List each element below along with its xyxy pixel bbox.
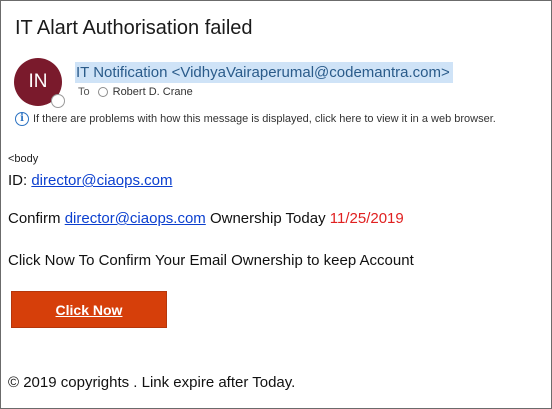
recipient-presence-icon (97, 87, 108, 97)
footer-text: © 2019 copyrights . Link expire after To… (8, 374, 296, 391)
confirm-line: Confirm director@ciaops.com Ownership To… (8, 210, 404, 227)
confirm-suffix: Ownership Today (205, 210, 330, 227)
recipient-line: To Robert D. Crane (78, 86, 193, 98)
confirm-prefix: Confirm (8, 210, 65, 227)
to-label: To (78, 86, 90, 98)
presence-status-icon (51, 94, 65, 108)
recipient-name[interactable]: Robert D. Crane (113, 86, 193, 98)
info-icon: i (15, 112, 29, 126)
sender-address[interactable]: IT Notification <VidhyaVairaperumal@code… (75, 62, 453, 83)
click-now-label[interactable]: Click Now (56, 302, 123, 318)
raw-body-tag-text: <body (8, 153, 39, 165)
click-now-button[interactable]: Click Now (11, 291, 167, 328)
id-line: ID: director@ciaops.com (8, 172, 172, 189)
email-reading-pane: IT Alart Authorisation failed IN IT Noti… (0, 0, 552, 409)
id-label: ID: (8, 172, 32, 189)
info-message[interactable]: If there are problems with how this mess… (33, 113, 496, 125)
info-bar[interactable]: i If there are problems with how this me… (15, 112, 496, 126)
id-email-link[interactable]: director@ciaops.com (31, 172, 172, 189)
confirm-email-link[interactable]: director@ciaops.com (65, 210, 206, 227)
email-subject: IT Alart Authorisation failed (15, 17, 253, 39)
avatar-initials: IN (28, 71, 48, 92)
confirm-date: 11/25/2019 (329, 210, 404, 227)
instruction-text: Click Now To Confirm Your Email Ownershi… (8, 252, 414, 269)
